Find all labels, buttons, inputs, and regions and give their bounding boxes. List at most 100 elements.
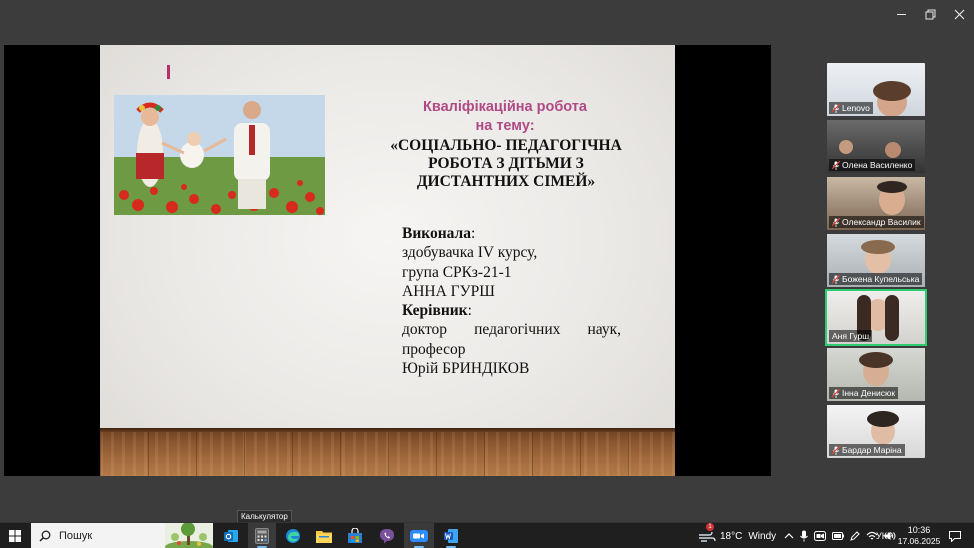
start-button[interactable] <box>0 523 30 548</box>
zoom-tray-icon[interactable] <box>814 531 826 541</box>
author-course: здобувачка IV курсу, <box>402 244 538 262</box>
participant-label: Бардар Маріна <box>829 444 905 456</box>
notifications-button[interactable] <box>946 523 964 548</box>
participant-tile[interactable]: Олена Василенко <box>825 118 927 175</box>
participant-name: Аня Гурш <box>832 331 870 341</box>
participant-label: Інна Денисюк <box>829 387 899 399</box>
participant-label: Lenovo <box>829 102 873 114</box>
slide-title-line: на тему: <box>475 118 535 134</box>
author-info: Виконала: здобувачка IV курсу, група СРК… <box>402 224 621 378</box>
mic-off-icon <box>832 160 840 170</box>
supervisor-name: Юрій БРИНДІКОВ <box>402 360 530 378</box>
viber-icon <box>380 529 394 544</box>
supervisor-degree: доктор педагогічних наук, <box>402 320 621 339</box>
participant-label: Аня Гурш <box>829 330 873 342</box>
participant-name: Олександр Василик <box>842 217 921 227</box>
author-group: група СРКз-21-1 <box>402 263 512 281</box>
slide-topic-line: РОБОТА З ДІТЬМИ З <box>428 155 584 172</box>
search-icon <box>39 530 51 542</box>
mic-off-icon <box>832 103 840 113</box>
outlook-icon <box>224 530 238 542</box>
taskbar-app-calculator[interactable] <box>248 523 276 548</box>
participant-tile[interactable]: Бардар Маріна <box>825 403 927 460</box>
participant-name: Олена Василенко <box>842 160 913 170</box>
notification-icon <box>949 530 961 542</box>
restore-button[interactable] <box>916 2 945 26</box>
author-heading-colon: : <box>471 225 476 242</box>
calculator-icon <box>255 528 269 544</box>
weather-alert-badge: 1 <box>706 523 714 531</box>
taskbar-search[interactable]: Пошук <box>31 523 213 548</box>
supervisor-heading-colon: : <box>467 302 472 320</box>
participant-name: Божена Купельська <box>842 274 920 284</box>
weather-widget[interactable]: 1 18°C Windy <box>698 523 776 548</box>
chevron-up-icon[interactable] <box>784 532 794 540</box>
taskbar-app-file-explorer[interactable] <box>311 523 337 548</box>
minimize-icon <box>897 13 906 15</box>
participant-tile[interactable]: Інна Денисюк <box>825 346 927 403</box>
mic-off-icon <box>832 445 840 455</box>
language-label: УКР <box>876 531 893 541</box>
slide-title: Кваліфікаційна робота на тему: <box>350 98 660 136</box>
supervisor-heading: Керівник <box>402 302 468 320</box>
weather-description: Windy <box>748 530 777 542</box>
word-icon <box>444 529 458 543</box>
family-photo <box>114 95 325 215</box>
participant-tile[interactable]: Олександр Василик <box>825 175 927 232</box>
participants-panel: Lenovo Олена Василенко Олександр Василик… <box>825 61 927 460</box>
close-icon <box>954 9 965 19</box>
author-heading: Виконала <box>402 225 472 242</box>
minimize-button[interactable] <box>887 2 916 26</box>
participant-tile[interactable]: Lenovo <box>825 61 927 118</box>
window-controls <box>887 2 974 26</box>
close-button[interactable] <box>945 2 974 26</box>
supervisor-degree-word: доктор <box>402 321 448 339</box>
weather-temperature: 18°C <box>720 530 743 542</box>
clock-time: 10:36 <box>907 525 931 535</box>
slide-accent-mark <box>167 65 170 79</box>
pen-icon[interactable] <box>850 531 860 541</box>
edge-icon <box>286 529 300 543</box>
slide-title-line: Кваліфікаційна робота <box>423 99 587 115</box>
mic-off-icon <box>832 388 840 398</box>
presentation-slide: Кваліфікаційна робота на тему: «СОЦІАЛЬН… <box>100 45 675 476</box>
participant-name: Lenovo <box>842 103 870 113</box>
taskbar-app-zoom[interactable] <box>404 523 434 548</box>
participant-name: Бардар Маріна <box>842 445 902 455</box>
participant-label: Олександр Василик <box>829 216 924 228</box>
mic-off-icon <box>832 274 840 284</box>
microphone-icon[interactable] <box>800 530 808 542</box>
taskbar-app-viber[interactable] <box>374 523 400 548</box>
participant-label: Олена Василенко <box>829 159 916 171</box>
supervisor-degree-word: педагогічних <box>474 321 561 339</box>
taskbar-app-edge[interactable] <box>280 523 306 548</box>
clock[interactable]: 10:36 17.06.2025 <box>897 523 941 548</box>
author-name: АННА ГУРШ <box>402 282 495 300</box>
battery-icon[interactable] <box>832 532 844 540</box>
shared-screen: Кваліфікаційна робота на тему: «СОЦІАЛЬН… <box>4 45 771 476</box>
taskbar-app-store[interactable] <box>342 523 368 548</box>
taskbar-app-outlook[interactable] <box>218 523 244 548</box>
participant-tile[interactable]: Божена Купельська <box>825 232 927 289</box>
taskbar-app-word[interactable] <box>437 523 465 548</box>
slide-topic-line: ДИСТАНТНИХ СІМЕЙ» <box>416 173 596 190</box>
store-icon <box>348 528 362 543</box>
participant-name: Інна Денисюк <box>842 388 896 398</box>
participant-label: Божена Купельська <box>829 273 923 285</box>
windows-logo-icon <box>9 530 21 542</box>
wooden-floor-decoration <box>100 428 675 476</box>
slide-topic-line: «СОЦІАЛЬНО- ПЕДАГОГІЧНА <box>390 137 622 154</box>
restore-icon <box>925 9 936 19</box>
mic-off-icon <box>832 217 840 227</box>
supervisor-degree-word: наук, <box>587 321 621 339</box>
participant-tile-active-speaker[interactable]: Аня Гурш <box>825 289 927 346</box>
file-explorer-icon <box>316 531 332 543</box>
clock-date: 17.06.2025 <box>897 536 941 546</box>
slide-topic: «СОЦІАЛЬНО- ПЕДАГОГІЧНА РОБОТА З ДІТЬМИ … <box>370 137 642 191</box>
supervisor-title: професор <box>402 340 466 358</box>
search-highlight-art <box>165 523 213 548</box>
search-placeholder: Пошук <box>59 530 93 542</box>
taskbar: Пошук 1 18°C Windy УКР 10:36 17.06.2025 <box>0 522 974 548</box>
language-indicator[interactable]: УКР <box>876 523 893 548</box>
zoom-icon <box>410 530 428 542</box>
